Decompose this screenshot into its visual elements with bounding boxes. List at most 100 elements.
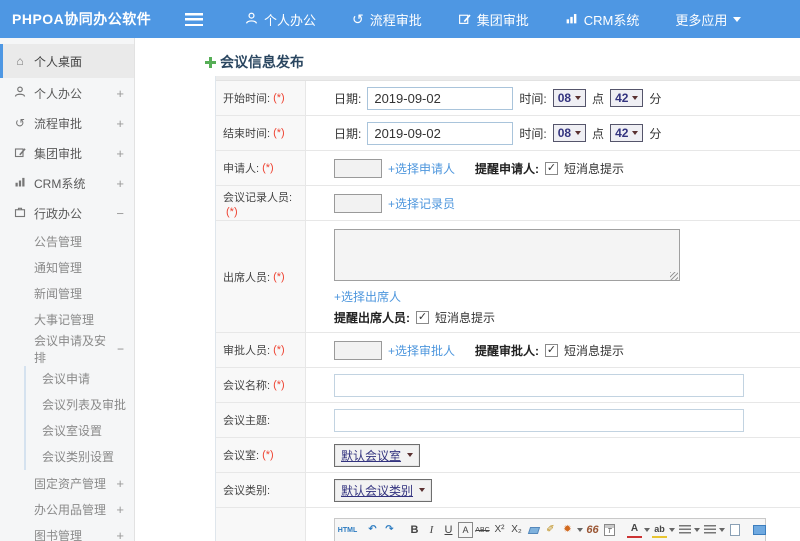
nav-workflow-approval[interactable]: ↺ 流程审批: [352, 10, 422, 29]
minute-unit: 分: [649, 91, 662, 106]
sms-notify-label: 短消息提示: [564, 343, 625, 358]
sidebar-item-library-mgmt[interactable]: 图书管理 +: [0, 522, 134, 541]
label-text: 结束时间:: [223, 128, 271, 140]
chart-icon: [565, 12, 578, 27]
caret-down-icon[interactable]: [694, 528, 700, 535]
ordered-list-button[interactable]: [677, 522, 692, 538]
end-date-input[interactable]: [367, 121, 514, 145]
sidebar-item-meeting-request-arrange[interactable]: 会议申请及安排 −: [0, 332, 134, 366]
sidebar-item-admin-office[interactable]: 行政办公 −: [0, 198, 134, 228]
sidebar-item-label: 会议申请及安排: [34, 334, 107, 365]
caret-down-icon[interactable]: [644, 528, 650, 535]
unordered-list-button[interactable]: [702, 522, 717, 538]
new-page-button[interactable]: [727, 522, 742, 538]
start-minute-select[interactable]: 42: [610, 89, 644, 107]
minute-unit: 分: [649, 126, 662, 141]
highlight-button[interactable]: ab: [652, 522, 667, 538]
format-brush-button[interactable]: ✐: [543, 522, 558, 538]
required-mark: (*): [273, 379, 285, 391]
sidebar-item-news-mgmt[interactable]: 新闻管理: [0, 280, 134, 306]
font-color-button[interactable]: A: [627, 522, 642, 538]
caret-down-icon[interactable]: [577, 528, 583, 535]
topbar: PHPOA协同办公软件 个人办公 ↺ 流程审批 集团审批 CRM系统 更多应用: [0, 0, 800, 38]
sidebar-item-meeting-room-settings[interactable]: 会议室设置: [24, 418, 134, 444]
paste-button[interactable]: T: [602, 522, 617, 538]
strikethrough-button[interactable]: ABC: [475, 522, 490, 538]
nav-group-approval[interactable]: 集团审批: [458, 10, 529, 29]
start-date-input[interactable]: [367, 86, 514, 110]
expand-icon[interactable]: +: [116, 476, 124, 491]
sidebar-item-crm-system[interactable]: CRM系统 +: [0, 168, 134, 198]
sidebar-item-announcement-mgmt[interactable]: 公告管理: [0, 228, 134, 254]
nav-crm-system[interactable]: CRM系统: [565, 10, 639, 29]
expand-icon[interactable]: +: [116, 116, 124, 131]
superscript-button[interactable]: X²: [492, 522, 507, 538]
applicant-sms-checkbox[interactable]: ✓: [545, 161, 559, 175]
expand-icon[interactable]: +: [116, 528, 124, 541]
meeting-room-select[interactable]: 默认会议室: [334, 443, 421, 467]
meeting-category-select[interactable]: 默认会议类别: [334, 478, 433, 502]
form-row-meeting-category: 会议类别: 默认会议类别: [216, 473, 800, 508]
approver-sms-checkbox[interactable]: ✓: [545, 343, 559, 357]
caret-down-icon: [632, 131, 639, 138]
expand-icon[interactable]: +: [116, 502, 124, 517]
blockquote-button[interactable]: 66: [585, 522, 600, 538]
caret-down-icon[interactable]: [669, 528, 675, 535]
eraser-button[interactable]: [526, 522, 541, 538]
redo-button[interactable]: ↷: [382, 522, 397, 538]
color-palette-button[interactable]: ✹: [560, 522, 575, 538]
top-navigation: 个人办公 ↺ 流程审批 集团审批 CRM系统 更多应用: [245, 10, 742, 29]
required-mark: (*): [226, 205, 238, 218]
sidebar-item-office-supplies-mgmt[interactable]: 办公用品管理 +: [0, 496, 134, 522]
fullscreen-button[interactable]: [752, 522, 767, 538]
end-hour-select[interactable]: 08: [552, 124, 587, 142]
sidebar-item-fixed-assets-mgmt[interactable]: 固定资产管理 +: [0, 470, 134, 496]
recorder-input[interactable]: [334, 193, 382, 213]
meeting-name-input[interactable]: [334, 373, 744, 397]
choose-recorder-link[interactable]: +选择记录员: [388, 195, 455, 212]
bold-button[interactable]: B: [407, 522, 422, 538]
sidebar-item-meeting-list-approval[interactable]: 会议列表及审批: [24, 392, 134, 418]
italic-button[interactable]: I: [424, 522, 439, 538]
sidebar-item-group-approval[interactable]: 集团审批 +: [0, 138, 134, 168]
form-row-applicant: 申请人: (*) +选择申请人 提醒申请人: ✓ 短消息提示: [216, 151, 800, 186]
sidebar-item-personal-desktop[interactable]: ⌂ 个人桌面: [0, 44, 134, 78]
sidebar-item-label: 行政办公: [34, 206, 83, 221]
required-mark: (*): [273, 344, 285, 356]
nav-personal-office[interactable]: 个人办公: [245, 10, 316, 29]
choose-attendees-link[interactable]: +选择出席人: [334, 288, 401, 305]
add-plus-icon: [205, 56, 216, 68]
subscript-button[interactable]: X₂: [509, 522, 524, 538]
choose-approver-link[interactable]: +选择审批人: [388, 342, 455, 359]
caret-down-icon: [733, 16, 742, 26]
attendees-textarea[interactable]: [334, 229, 680, 281]
sidebar-item-meeting-request[interactable]: 会议申请: [24, 366, 134, 392]
collapse-icon[interactable]: −: [117, 342, 124, 356]
start-hour-select[interactable]: 08: [552, 89, 587, 107]
nav-more-apps[interactable]: 更多应用: [675, 10, 742, 29]
attendees-sms-checkbox[interactable]: ✓: [416, 311, 429, 324]
sidebar-item-notice-mgmt[interactable]: 通知管理: [0, 254, 134, 280]
collapse-icon[interactable]: −: [116, 206, 124, 221]
applicant-input[interactable]: [334, 158, 382, 178]
end-minute-select[interactable]: 42: [610, 124, 644, 142]
html-source-button[interactable]: HTML: [338, 522, 357, 538]
caret-down-icon[interactable]: [719, 528, 725, 535]
sidebar-item-memorabilia-mgmt[interactable]: 大事记管理: [0, 306, 134, 332]
attendees-textarea-wrap: [334, 229, 680, 284]
sidebar-item-meeting-category-settings[interactable]: 会议类别设置: [24, 444, 134, 470]
remind-attendees-label: 提醒出席人员:: [334, 311, 410, 325]
approver-input[interactable]: [334, 340, 382, 360]
expand-icon[interactable]: +: [116, 176, 124, 191]
sidebar-item-workflow-approval[interactable]: ↺ 流程审批 +: [0, 108, 134, 138]
expand-icon[interactable]: +: [116, 86, 124, 101]
expand-icon[interactable]: +: [116, 146, 124, 161]
hamburger-menu-icon[interactable]: [185, 12, 203, 26]
choose-applicant-link[interactable]: +选择申请人: [388, 160, 455, 177]
char-border-button[interactable]: A: [458, 522, 473, 538]
underline-button[interactable]: U: [441, 522, 456, 538]
undo-button[interactable]: ↶: [365, 522, 380, 538]
field-label: 会议室: (*): [216, 438, 306, 472]
meeting-topic-input[interactable]: [334, 408, 744, 432]
sidebar-item-personal-office[interactable]: 个人办公 +: [0, 78, 134, 108]
